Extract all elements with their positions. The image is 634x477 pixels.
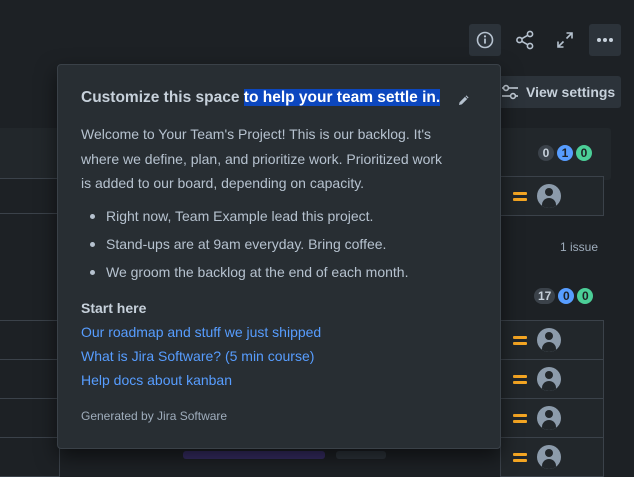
- avatar[interactable]: [537, 367, 561, 391]
- in-progress-count-badge: 0: [558, 288, 575, 304]
- generated-by-footer: Generated by Jira Software: [81, 409, 228, 423]
- popup-title-text: Customize this space: [81, 89, 244, 106]
- list-item: Stand-ups are at 9am everyday. Bring cof…: [81, 234, 408, 262]
- priority-medium-icon: [513, 188, 527, 204]
- space-info-popup: Customize this space to help your team s…: [57, 64, 501, 449]
- left-issue-card[interactable]: [0, 437, 60, 477]
- left-issue-card[interactable]: [0, 178, 60, 214]
- issue-count-label: 1 issue: [560, 240, 599, 254]
- list-item: Right now, Team Example lead this projec…: [81, 206, 408, 234]
- left-issue-card[interactable]: [0, 320, 60, 360]
- issue-card[interactable]: [500, 437, 604, 477]
- column-issue-counts: 0 1 0: [538, 145, 592, 161]
- todo-count-badge: 17: [534, 288, 556, 304]
- left-issue-card[interactable]: [0, 359, 60, 399]
- left-issue-card[interactable]: [0, 398, 60, 438]
- avatar[interactable]: [537, 184, 561, 208]
- more-icon: [597, 38, 613, 42]
- avatar[interactable]: [537, 406, 561, 430]
- share-button[interactable]: [509, 24, 541, 56]
- in-progress-count-badge: 1: [557, 145, 573, 161]
- list-item: We groom the backlog at the end of each …: [81, 262, 408, 290]
- issue-card[interactable]: [500, 398, 604, 438]
- roadmap-link[interactable]: Our roadmap and stuff we just shipped: [81, 324, 321, 340]
- settings-sliders-icon: [502, 84, 518, 100]
- group-issue-counts: 17 0 0: [534, 288, 594, 304]
- edit-pencil-icon[interactable]: [458, 93, 470, 111]
- popup-title-selected-text: to help your team settle in.: [243, 89, 441, 106]
- done-count-badge: 0: [577, 288, 594, 304]
- view-settings-button[interactable]: View settings: [495, 76, 621, 108]
- todo-count-badge: 0: [538, 145, 554, 161]
- jira-course-link[interactable]: What is Jira Software? (5 min course): [81, 348, 314, 364]
- done-count-badge: 0: [576, 145, 592, 161]
- info-button[interactable]: [469, 24, 501, 56]
- priority-medium-icon: [513, 449, 527, 465]
- priority-medium-icon: [513, 410, 527, 426]
- more-actions-button[interactable]: [589, 24, 621, 56]
- issue-card[interactable]: [500, 320, 604, 360]
- priority-medium-icon: [513, 332, 527, 348]
- info-bullet-list: Right now, Team Example lead this projec…: [81, 206, 408, 290]
- fullscreen-button[interactable]: [549, 24, 581, 56]
- avatar[interactable]: [537, 445, 561, 469]
- epic-lozenge: [183, 451, 325, 459]
- welcome-paragraph: Welcome to Your Team's Project! This is …: [81, 126, 443, 191]
- share-icon: [516, 30, 534, 50]
- expand-icon: [557, 32, 573, 48]
- issue-card[interactable]: [500, 176, 604, 216]
- info-icon: [476, 31, 494, 49]
- priority-medium-icon: [513, 371, 527, 387]
- kanban-docs-link[interactable]: Help docs about kanban: [81, 372, 232, 388]
- start-here-heading: Start here: [81, 300, 147, 316]
- issue-card[interactable]: [500, 359, 604, 399]
- view-settings-label: View settings: [526, 84, 616, 100]
- popup-title[interactable]: Customize this space to help your team s…: [81, 89, 441, 107]
- avatar[interactable]: [537, 328, 561, 352]
- issue-key-lozenge: [336, 451, 386, 459]
